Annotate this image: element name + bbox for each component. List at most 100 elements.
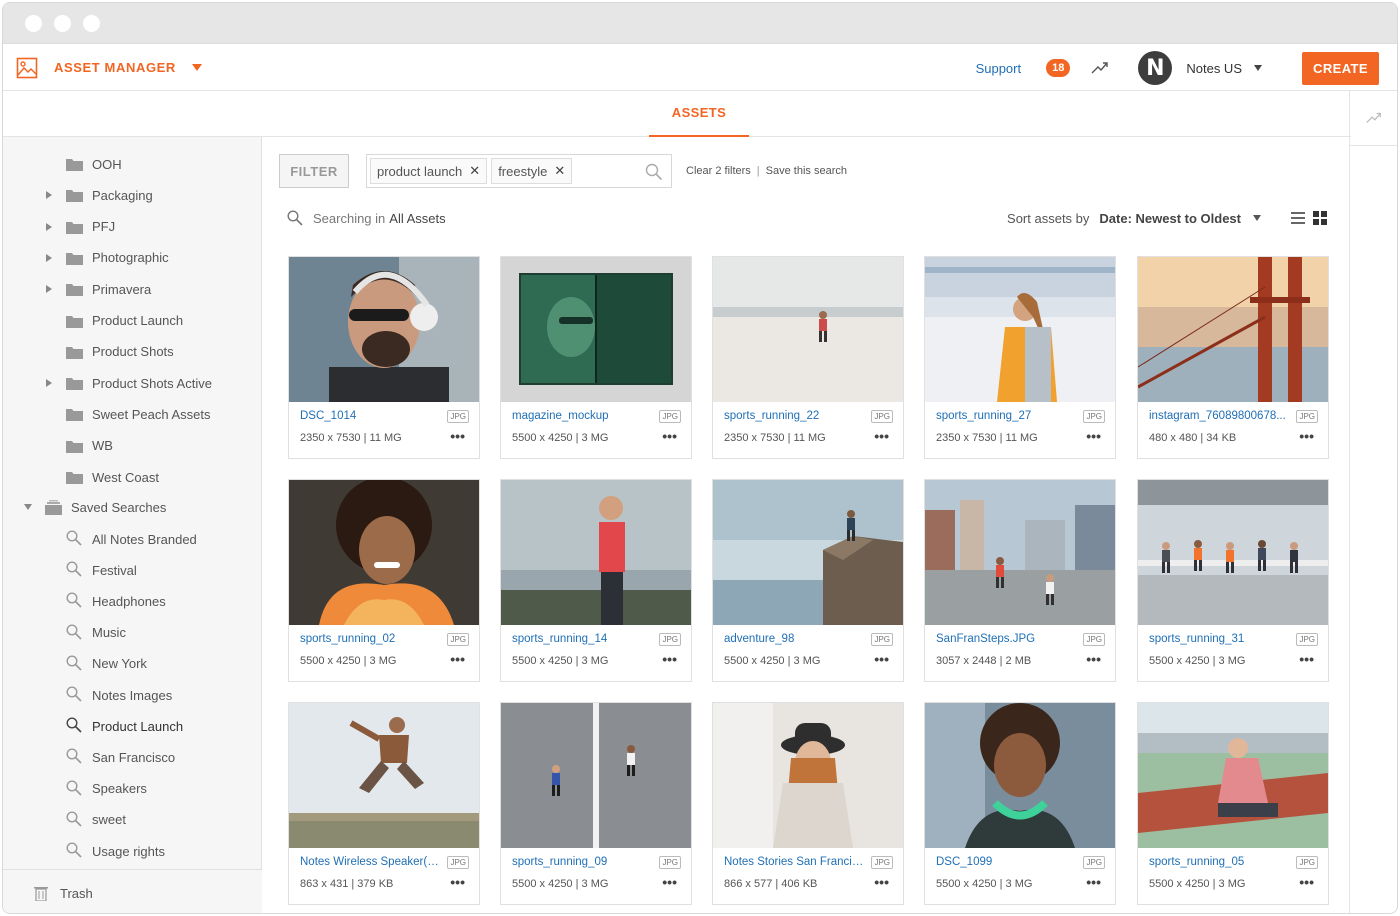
sidebar-item-saved-search[interactable]: sweet (3, 805, 262, 835)
asset-thumbnail[interactable] (501, 703, 691, 848)
saved-searches-header[interactable]: Saved Searches (3, 492, 262, 522)
asset-thumbnail[interactable] (925, 480, 1115, 625)
more-options-icon[interactable]: ••• (450, 874, 465, 890)
asset-name[interactable]: magazine_mockup (512, 410, 652, 422)
asset-name[interactable]: DSC_1014 (300, 410, 440, 422)
filter-button[interactable]: FILTER (279, 154, 349, 188)
sidebar-item-folder[interactable]: OOH (3, 149, 262, 179)
chevron-right-icon[interactable] (46, 379, 52, 388)
grid-view-icon[interactable] (1313, 211, 1327, 225)
asset-card[interactable]: magazine_mockup JPG 5500 x 4250 | 3 MG ••• (500, 256, 692, 459)
chevron-down-icon[interactable] (24, 504, 32, 510)
asset-card[interactable]: sports_running_31 JPG 5500 x 4250 | 3 MG ••… (1137, 479, 1329, 682)
asset-card[interactable]: DSC_1099 JPG 5500 x 4250 | 3 MG ••• (924, 702, 1116, 905)
sidebar-item-folder[interactable]: West Coast (3, 462, 262, 492)
asset-name[interactable]: Notes Wireless Speaker(e... (300, 856, 440, 868)
close-icon[interactable]: ✕ (554, 163, 565, 179)
asset-thumbnail[interactable] (501, 257, 691, 402)
create-button[interactable]: CREATE (1302, 51, 1379, 85)
close-icon[interactable]: ✕ (469, 163, 480, 179)
sidebar-item-saved-search[interactable]: Headphones (3, 586, 262, 616)
more-options-icon[interactable]: ••• (874, 651, 889, 667)
asset-thumbnail[interactable] (713, 703, 903, 848)
asset-card[interactable]: sports_running_02 JPG 5500 x 4250 | 3 MG ••… (288, 479, 480, 682)
sidebar-item-folder[interactable]: Photographic (3, 243, 262, 273)
sidebar-item-folder[interactable]: Sweet Peach Assets (3, 399, 262, 429)
asset-thumbnail[interactable] (501, 480, 691, 625)
support-link[interactable]: Support (976, 61, 1022, 76)
search-input[interactable] (576, 163, 647, 179)
asset-card[interactable]: sports_running_14 JPG 5500 x 4250 | 3 MG ••… (500, 479, 692, 682)
asset-card[interactable]: sports_running_05 JPG 5500 x 4250 | 3 MG ••… (1137, 702, 1329, 905)
search-scope[interactable]: All Assets (389, 211, 445, 226)
chevron-right-icon[interactable] (46, 253, 52, 262)
chevron-right-icon[interactable] (46, 285, 52, 294)
asset-name[interactable]: sports_running_14 (512, 633, 652, 645)
asset-card[interactable]: DSC_1014 JPG 2350 x 7530 | 11 MG ••• (288, 256, 480, 459)
save-search-link[interactable]: Save this search (766, 165, 847, 177)
list-view-icon[interactable] (1291, 211, 1305, 225)
sidebar-item-saved-search[interactable]: New York (3, 649, 262, 679)
asset-thumbnail[interactable] (713, 257, 903, 402)
more-options-icon[interactable]: ••• (874, 428, 889, 444)
sidebar-item-folder[interactable]: Product Shots Active (3, 368, 262, 398)
sidebar-item-saved-search[interactable]: San Francisco (3, 742, 262, 772)
asset-thumbnail[interactable] (1138, 257, 1328, 402)
sidebar-item-saved-search[interactable]: Speakers (3, 774, 262, 804)
asset-card[interactable]: sports_running_22 JPG 2350 x 7530 | 11 MG •… (712, 256, 904, 459)
tab-assets[interactable]: ASSETS (649, 91, 749, 137)
sidebar-item-saved-search[interactable]: Product Launch (3, 711, 262, 741)
sidebar-item-folder[interactable]: Primavera (3, 274, 262, 304)
more-options-icon[interactable]: ••• (1086, 428, 1101, 444)
account-name[interactable]: Notes US (1186, 61, 1242, 76)
asset-thumbnail[interactable] (289, 480, 479, 625)
chevron-right-icon[interactable] (46, 191, 52, 200)
sidebar-item-saved-search[interactable]: Festival (3, 555, 262, 585)
asset-name[interactable]: sports_running_22 (724, 410, 864, 422)
asset-card[interactable]: sports_running_09 JPG 5500 x 4250 | 3 MG ••… (500, 702, 692, 905)
sidebar-item-folder[interactable]: Product Launch (3, 306, 262, 336)
more-options-icon[interactable]: ••• (662, 874, 677, 890)
asset-name[interactable]: sports_running_31 (1149, 633, 1289, 645)
notification-badge[interactable]: 18 (1046, 59, 1071, 77)
asset-thumbnail[interactable] (289, 257, 479, 402)
sidebar-item-folder[interactable]: Product Shots (3, 337, 262, 367)
sidebar-item-saved-search[interactable]: Music (3, 618, 262, 648)
asset-card[interactable]: sports_running_27 JPG 2350 x 7530 | 11 MG •… (924, 256, 1116, 459)
more-options-icon[interactable]: ••• (662, 428, 677, 444)
more-options-icon[interactable]: ••• (662, 651, 677, 667)
asset-name[interactable]: sports_running_09 (512, 856, 652, 868)
clear-filters-link[interactable]: Clear 2 filters (686, 165, 751, 177)
more-options-icon[interactable]: ••• (874, 874, 889, 890)
sort-select[interactable]: Date: Newest to Oldest (1099, 211, 1241, 226)
sidebar-item-folder[interactable]: WB (3, 431, 262, 461)
sidebar-item-folder[interactable]: Packaging (3, 180, 262, 210)
more-options-icon[interactable]: ••• (1299, 428, 1314, 444)
asset-thumbnail[interactable] (1138, 480, 1328, 625)
asset-card[interactable]: SanFranSteps.JPG JPG 3057 x 2448 | 2 MB ••• (924, 479, 1116, 682)
asset-name[interactable]: sports_running_05 (1149, 856, 1289, 868)
sidebar-item-trash[interactable]: Trash (3, 878, 262, 908)
asset-name[interactable]: DSC_1099 (936, 856, 1076, 868)
app-switcher[interactable]: ASSET MANAGER (16, 57, 202, 79)
sidebar-item-saved-search[interactable]: Usage rights (3, 836, 262, 866)
window-close-dot[interactable] (25, 14, 42, 32)
search-icon[interactable] (645, 163, 663, 181)
avatar[interactable]: N (1138, 51, 1173, 85)
more-options-icon[interactable]: ••• (1299, 874, 1314, 890)
asset-name[interactable]: adventure_98 (724, 633, 864, 645)
asset-card[interactable]: Notes Stories San Francis... JPG 866 x 577… (712, 702, 904, 905)
trending-icon[interactable] (1090, 58, 1110, 78)
asset-thumbnail[interactable] (925, 257, 1115, 402)
asset-card[interactable]: instagram_76089800678... JPG 480 x 480 | 3… (1137, 256, 1329, 459)
chevron-down-icon[interactable] (1253, 215, 1261, 221)
more-options-icon[interactable]: ••• (450, 428, 465, 444)
window-minimize-dot[interactable] (54, 14, 71, 32)
more-options-icon[interactable]: ••• (1086, 651, 1101, 667)
asset-card[interactable]: adventure_98 JPG 5500 x 4250 | 3 MG ••• (712, 479, 904, 682)
account-chevron-down-icon[interactable] (1254, 65, 1262, 71)
sidebar-item-saved-search[interactable]: Notes Images (3, 680, 262, 710)
asset-name[interactable]: instagram_76089800678... (1149, 410, 1289, 422)
chevron-right-icon[interactable] (46, 222, 52, 231)
trending-icon[interactable] (1365, 109, 1383, 127)
